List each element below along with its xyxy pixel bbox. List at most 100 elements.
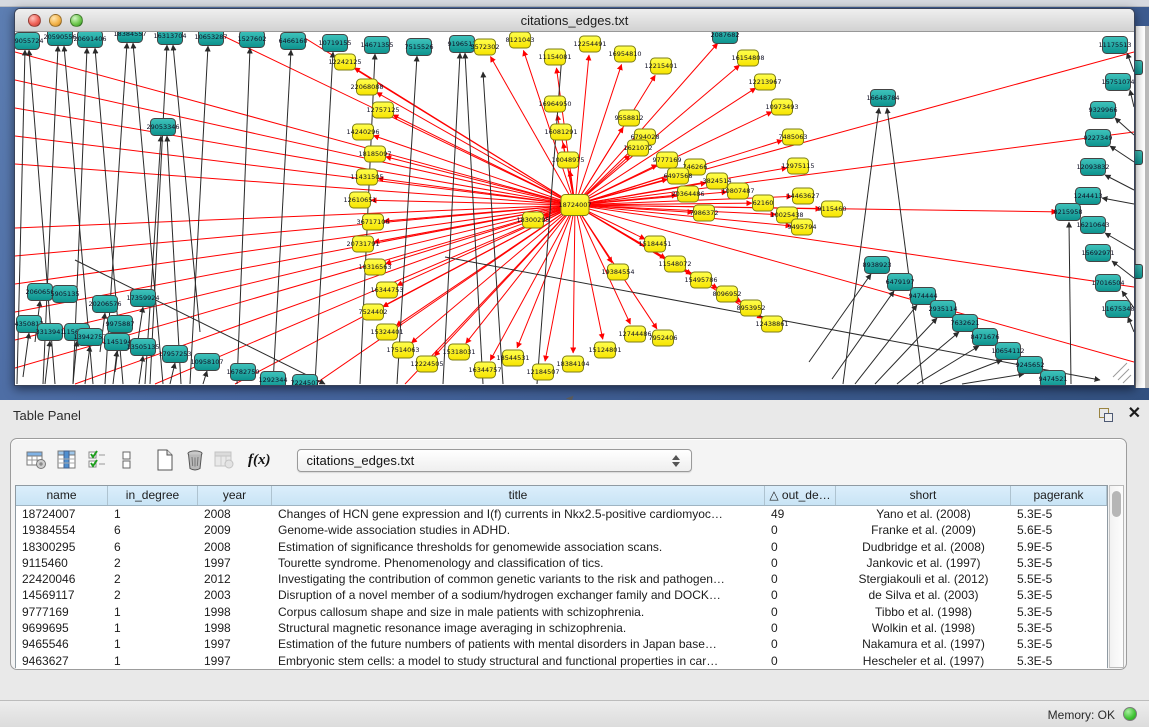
table-cell: 1	[108, 636, 198, 652]
network-edge	[809, 274, 871, 362]
column-header-0[interactable]: name	[16, 486, 108, 505]
table-cell: 1997	[198, 555, 272, 571]
table-cell: Tourette syndrome. Phenomenology and cla…	[272, 555, 765, 571]
table-panel-title: Table Panel	[13, 408, 81, 423]
column-header-6[interactable]: pagerank	[1011, 486, 1107, 505]
table-cell: 1998	[198, 620, 272, 636]
table-cell: 0	[765, 539, 836, 555]
table-scrollbar-thumb[interactable]	[1112, 491, 1121, 517]
table-cell: Yano et al. (2008)	[836, 506, 1011, 522]
import-table-icon[interactable]	[212, 447, 238, 473]
table-cell: Disruption of a novel member of a sodium…	[272, 587, 765, 603]
node-label: 20364486	[671, 190, 704, 198]
node-label: 12610651	[343, 196, 376, 204]
network-edge	[203, 371, 207, 384]
network-edge	[23, 333, 29, 377]
column-header-4[interactable]: △ out_de…	[765, 486, 836, 505]
node-label: 2087682	[711, 32, 740, 39]
table-cell: 0	[765, 522, 836, 538]
node-label: 10654112	[991, 347, 1024, 355]
table-cell: 0	[765, 571, 836, 587]
column-checklist-icon[interactable]	[84, 447, 110, 473]
node-label: 9329966	[1089, 106, 1118, 114]
column-header-1[interactable]: in_degree	[108, 486, 198, 505]
table-settings-icon[interactable]	[24, 447, 50, 473]
network-window-title: citations_edges.txt	[15, 9, 1134, 32]
column-header-5[interactable]: short	[836, 486, 1011, 505]
node-label: 12254491	[573, 40, 606, 48]
cytoscape-desktop: citations_edges.txt	[0, 0, 1149, 400]
table-cell: 1998	[198, 604, 272, 620]
table-cell: 5.3E-5	[1011, 604, 1107, 620]
node-label: 16210643	[1076, 221, 1109, 229]
table-cell: 0	[765, 653, 836, 669]
memory-ok-icon[interactable]	[1123, 707, 1137, 721]
minimize-window-icon[interactable]	[49, 14, 62, 27]
table-row[interactable]: 946554611997Estimation of the future num…	[16, 636, 1107, 652]
table-cell: Estimation of significance thresholds fo…	[272, 539, 765, 555]
network-canvas[interactable]: 2905572420590556206914061838455716313704…	[15, 32, 1134, 385]
network-edge	[85, 346, 90, 384]
network-window-titlebar[interactable]: citations_edges.txt	[15, 9, 1134, 32]
node-label: 16964950	[538, 100, 571, 108]
table-selector-dropdown[interactable]: citations_edges.txt	[297, 449, 692, 472]
table-row[interactable]: 2242004622012Investigating the contribut…	[16, 571, 1107, 587]
column-header-3[interactable]: title	[272, 486, 765, 505]
node-label: 12757125	[366, 106, 399, 114]
node-table: namein_degreeyeartitle△ out_de…shortpage…	[15, 485, 1108, 668]
node-label: 11175513	[1098, 41, 1131, 49]
node-label: 18316563	[358, 263, 391, 271]
table-cell: 5.3E-5	[1011, 653, 1107, 669]
row-height-icon[interactable]	[114, 447, 140, 473]
table-cell: 19384554	[16, 522, 108, 538]
node-label: 10048975	[551, 156, 584, 164]
background-scrollbar	[1145, 26, 1149, 388]
select-column-icon[interactable]	[54, 447, 80, 473]
table-cell: 9777169	[16, 604, 108, 620]
node-label: 16954810	[608, 50, 641, 58]
node-label: 15318031	[442, 348, 475, 356]
node-label: 12242125	[328, 58, 361, 66]
network-edge	[897, 332, 959, 384]
network-view-window[interactable]: citations_edges.txt	[14, 8, 1135, 386]
network-edge	[940, 360, 1002, 384]
node-label: 14671355	[360, 41, 393, 49]
table-cell: 49	[765, 506, 836, 522]
node-label: 18300295	[516, 216, 549, 224]
new-table-icon[interactable]	[152, 447, 178, 473]
table-row[interactable]: 911546021997Tourette syndrome. Phenomeno…	[16, 555, 1107, 571]
table-cell: 5.9E-5	[1011, 539, 1107, 555]
table-cell: 0	[765, 587, 836, 603]
table-row[interactable]: 946362711997Embryonic stem cells: a mode…	[16, 653, 1107, 669]
network-edge	[1105, 175, 1134, 190]
column-header-2[interactable]: year	[198, 486, 272, 505]
table-row[interactable]: 969969511998Structural magnetic resonanc…	[16, 620, 1107, 636]
node-label: 6497568	[664, 172, 693, 180]
zoom-window-icon[interactable]	[70, 14, 83, 27]
table-cell: Structural magnetic resonance image aver…	[272, 620, 765, 636]
network-edge	[575, 132, 1134, 205]
table-row[interactable]: 1938455462009Genome-wide association stu…	[16, 522, 1107, 538]
network-edge	[875, 318, 937, 384]
delete-table-icon[interactable]	[182, 447, 208, 473]
float-panel-icon[interactable]	[1098, 407, 1115, 424]
node-label: 1621072	[624, 144, 653, 152]
function-builder-icon[interactable]: f(x)	[248, 452, 271, 469]
node-label: 15692971	[1081, 249, 1114, 257]
close-panel-icon[interactable]: ✕	[1128, 405, 1141, 423]
network-edge	[15, 52, 575, 205]
table-row[interactable]: 1872400712008Changes of HCN gene express…	[16, 506, 1107, 522]
node-table-body: 1872400712008Changes of HCN gene express…	[16, 506, 1107, 669]
table-row[interactable]: 977716911998Corpus callosum shape and si…	[16, 604, 1107, 620]
node-table-header[interactable]: namein_degreeyeartitle△ out_de…shortpage…	[16, 486, 1107, 506]
table-row[interactable]: 1830029562008Estimation of significance …	[16, 539, 1107, 555]
node-label: 10958107	[190, 358, 223, 366]
close-window-icon[interactable]	[28, 14, 41, 27]
node-label: 15751074	[1101, 78, 1134, 86]
table-row[interactable]: 1456911722003Disruption of a novel membe…	[16, 587, 1107, 603]
table-cell: 5.5E-5	[1011, 571, 1107, 587]
table-scrollbar[interactable]	[1109, 485, 1124, 668]
network-edge	[45, 341, 50, 384]
node-label: 18724007	[558, 201, 591, 209]
node-label: 62160	[753, 199, 774, 207]
